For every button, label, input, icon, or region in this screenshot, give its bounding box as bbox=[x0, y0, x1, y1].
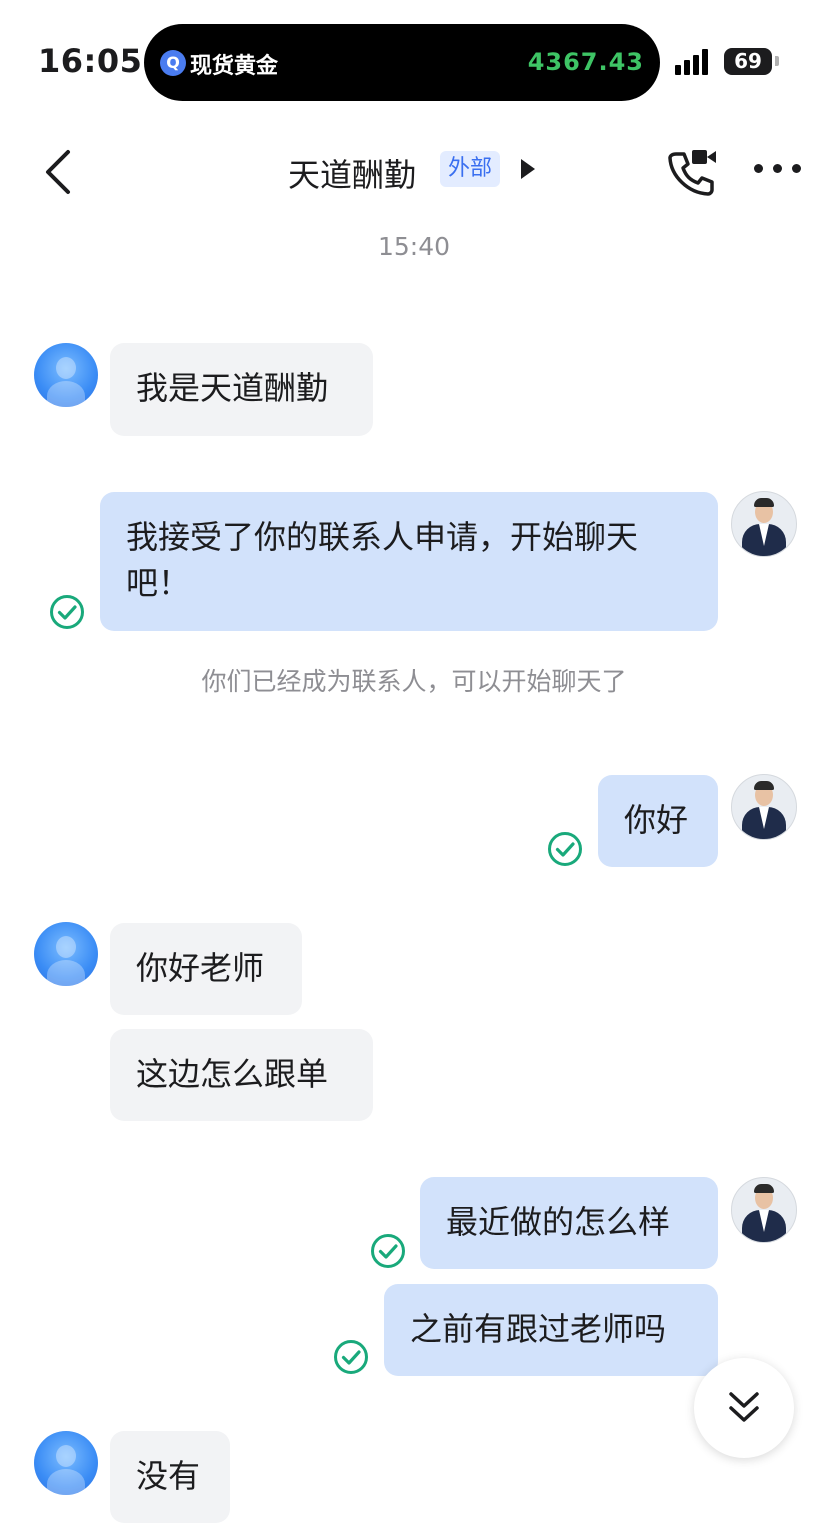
read-check-icon bbox=[548, 832, 582, 866]
message-bubble-outgoing[interactable]: 你好 bbox=[598, 775, 718, 867]
dynamic-island[interactable]: Q 现货黄金 4367.43 bbox=[144, 24, 660, 101]
island-app-name: 现货黄金 bbox=[190, 54, 279, 79]
battery-nub bbox=[775, 56, 779, 66]
island-price: 4367.43 bbox=[527, 48, 644, 76]
message-bubble-outgoing[interactable]: 我接受了你的联系人申请，开始聊天吧！ bbox=[100, 492, 718, 631]
more-options-icon[interactable] bbox=[754, 164, 802, 176]
message-bubble-incoming[interactable]: 你好老师 bbox=[110, 923, 302, 1015]
signal-icon bbox=[675, 49, 715, 75]
message-bubble-outgoing[interactable]: 之前有跟过老师吗 bbox=[384, 1284, 718, 1376]
title-arrow-icon[interactable] bbox=[521, 159, 535, 179]
read-check-icon bbox=[50, 595, 84, 629]
double-chevron-down-icon bbox=[729, 1392, 759, 1422]
my-avatar[interactable] bbox=[731, 491, 797, 557]
system-message: 你们已经成为联系人，可以开始聊天了 bbox=[201, 667, 627, 696]
message-bubble-incoming[interactable]: 没有 bbox=[110, 1431, 230, 1523]
chat-timestamp: 15:40 bbox=[377, 232, 451, 261]
contact-avatar[interactable] bbox=[34, 343, 98, 407]
message-bubble-incoming[interactable]: 我是天道酬勤 bbox=[110, 343, 373, 436]
read-check-icon bbox=[371, 1234, 405, 1268]
message-bubble-incoming[interactable]: 这边怎么跟单 bbox=[110, 1029, 373, 1121]
my-avatar[interactable] bbox=[731, 1177, 797, 1243]
message-bubble-outgoing[interactable]: 最近做的怎么样 bbox=[420, 1177, 718, 1269]
contact-avatar[interactable] bbox=[34, 922, 98, 986]
battery-icon: 69 bbox=[724, 48, 772, 75]
chat-title[interactable]: 天道酬勤 bbox=[288, 150, 416, 196]
external-badge: 外部 bbox=[440, 151, 501, 187]
my-avatar[interactable] bbox=[731, 774, 797, 840]
scroll-to-bottom-button[interactable] bbox=[694, 1358, 794, 1458]
contact-avatar[interactable] bbox=[34, 1431, 98, 1495]
status-time: 16:05 bbox=[38, 42, 143, 80]
back-chevron-icon[interactable] bbox=[40, 148, 80, 196]
phone-video-icon[interactable] bbox=[666, 146, 718, 196]
app-logo-icon: Q bbox=[160, 50, 186, 76]
read-check-icon bbox=[334, 1340, 368, 1374]
